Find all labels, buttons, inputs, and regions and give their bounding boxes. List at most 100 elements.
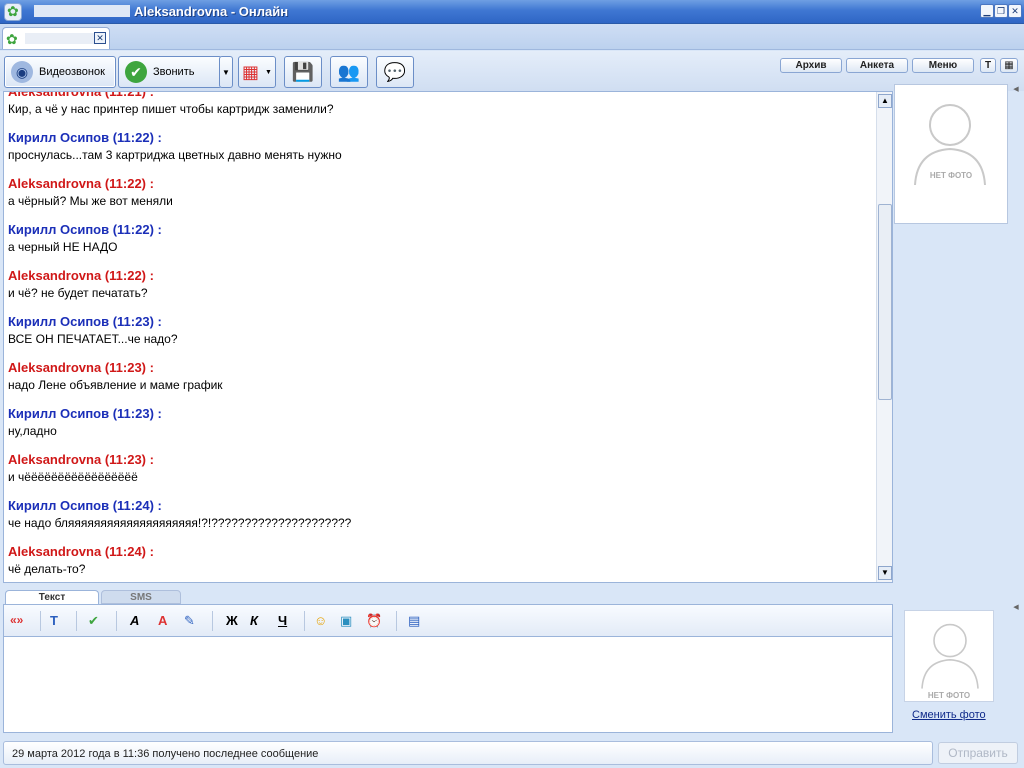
message-author: Aleksandrovna (11:22) : [8, 268, 154, 283]
my-avatar: НЕТ ФОТО [904, 610, 994, 702]
message-author: Aleksandrovna (11:24) : [8, 544, 154, 559]
contacts-button[interactable]: 👥 [330, 56, 368, 88]
main-toolbar: ◉ Видеозвонок ✔ Звонить ▼ ▦ ▼ 💾 👥 💬 Архи… [0, 51, 1024, 91]
tab-close-icon[interactable]: ✕ [94, 32, 106, 44]
chat-message: Aleksandrovna (11:23) : и чёёёёёёёёёёёёёё… [8, 451, 868, 497]
chat-message: Кирилл Осипов (11:22) : проснулась...там … [8, 129, 868, 175]
font-color-icon[interactable]: A [158, 613, 167, 628]
close-icon[interactable]: ✕ [1008, 4, 1022, 18]
message-text: а черный НЕ НАДО [8, 240, 118, 254]
font-size-icon[interactable]: T [980, 58, 996, 73]
alarm-clock-icon[interactable]: ⏰ [366, 613, 382, 629]
window-title: Aleksandrovna - Онлайн [34, 4, 288, 19]
tab-label-redacted [25, 33, 97, 44]
contact-status-icon: ✿ [6, 31, 18, 47]
message-author: Кирилл Осипов (11:24) : [8, 498, 162, 513]
archive-button[interactable]: Архив [780, 58, 842, 73]
clear-text-icon[interactable]: ▤ [408, 613, 420, 629]
tab-sms[interactable]: SMS [101, 590, 181, 604]
bold-button[interactable]: Ж [226, 613, 238, 628]
message-author: Кирилл Осипов (11:22) : [8, 222, 162, 237]
message-text: надо Лене объявление и маме график [8, 378, 223, 392]
chat-message: Кирилл Осипов (11:24) : че надо бляяяяяяя… [8, 497, 868, 543]
scroll-up-icon[interactable]: ▲ [878, 94, 892, 108]
minimize-icon[interactable]: ▁ [980, 4, 994, 18]
message-author: Aleksandrovna (11:22) : [8, 176, 154, 191]
tv-icon[interactable]: ▣ [340, 613, 352, 629]
format-toolbar: «» T ✔ A A ✎ Ж К Ч ☺ ▣ ⏰ ▤ [3, 604, 893, 637]
person-silhouette-icon [921, 623, 979, 689]
message-text: чё делать-то? [8, 562, 86, 576]
scroll-down-icon[interactable]: ▼ [878, 566, 892, 580]
last-message-status: 29 марта 2012 года в 11:36 получено посл… [12, 748, 319, 760]
scroll-thumb[interactable] [878, 204, 892, 400]
profile-button[interactable]: Анкета [846, 58, 908, 73]
message-author: Aleksandrovna (11:21) : [8, 91, 154, 99]
no-photo-caption: НЕТ ФОТО [927, 691, 971, 700]
chat-message: Кирилл Осипов (11:22) : а черный НЕ НАДО [8, 221, 868, 267]
highlight-icon[interactable]: ✎ [184, 613, 195, 629]
floppy-disk-icon: 💾 [291, 61, 315, 82]
chat-message: Кирилл Осипов (11:23) : ну,ладно [8, 405, 868, 451]
message-text: и чё? не будет печатать? [8, 286, 148, 300]
message-author: Кирилл Осипов (11:23) : [8, 314, 162, 329]
call-options-dropdown[interactable]: ▼ [219, 56, 233, 88]
chat-message: Aleksandrovna (11:22) : и чё? не будет пе… [8, 267, 868, 313]
chat-message: Кирилл Осипов (11:23) : ВСЕ ОН ПЕЧАТАЕТ..… [8, 313, 868, 359]
tab-text[interactable]: Текст [5, 590, 99, 604]
conversation-tab[interactable]: ✿ ✕ [2, 27, 110, 49]
call-button[interactable]: ✔ Звонить [118, 56, 222, 88]
chat-history[interactable]: Aleksandrovna (11:21) : Кир, а чё у нас п… [3, 91, 893, 583]
video-call-button[interactable]: ◉ Видеозвонок [4, 56, 116, 88]
side-scroll: ◀ ◀ [1010, 84, 1022, 611]
call-label: Звонить [153, 66, 195, 78]
chat-message: Aleksandrovna (11:24) : чё делать-то? [8, 543, 868, 582]
message-text: и чёёёёёёёёёёёёёёёёё [8, 470, 138, 484]
chat-scrollbar[interactable]: ▲ ▼ [876, 92, 892, 582]
menu-button[interactable]: Меню [912, 58, 974, 73]
message-text: проснулась...там 3 картриджа цветных дав… [8, 148, 342, 162]
contact-avatar: НЕТ ФОТО [894, 84, 1008, 224]
scroll-up-icon[interactable]: ◀ [1010, 84, 1022, 96]
window-title-text: Aleksandrovna - Онлайн [134, 4, 289, 19]
chat-bubble-button[interactable]: 💬 [376, 56, 414, 88]
change-photo-link[interactable]: Сменить фото [912, 709, 986, 721]
smiley-icon[interactable]: ☺ [314, 613, 327, 628]
save-history-button[interactable]: 💾 [284, 56, 322, 88]
conversation-tab-bar: ✿ ✕ [0, 24, 1024, 50]
message-author: Кирилл Осипов (11:23) : [8, 406, 162, 421]
message-text: Кир, а чё у нас принтер пишет чтобы карт… [8, 102, 334, 116]
message-text: ВСЕ ОН ПЕЧАТАЕТ...че надо? [8, 332, 178, 346]
spellcheck-icon[interactable]: ✔ [88, 613, 99, 629]
underline-button[interactable]: Ч [278, 613, 287, 628]
games-button[interactable]: ▦ ▼ [238, 56, 276, 88]
chat-message: Aleksandrovna (11:23) : надо Лене объявле… [8, 359, 868, 405]
chevron-down-icon: ▼ [265, 68, 272, 76]
input-mode-tabs: Текст SMS [3, 590, 893, 604]
font-icon[interactable]: A [130, 613, 139, 628]
italic-button[interactable]: К [250, 613, 258, 628]
scroll-left-icon[interactable]: ◀ [1010, 602, 1022, 614]
chevron-down-icon: ▼ [222, 67, 230, 77]
video-call-label: Видеозвонок [39, 66, 105, 78]
layout-grid-icon[interactable]: ▦ [1000, 58, 1018, 73]
no-photo-caption: НЕТ ФОТО [929, 171, 973, 180]
message-input[interactable] [3, 637, 893, 733]
text-template-icon[interactable]: T [50, 613, 58, 628]
users-icon: 👥 [337, 61, 361, 82]
message-author: Aleksandrovna (11:23) : [8, 452, 154, 467]
rubik-cube-icon: ▦ [242, 61, 260, 82]
message-text: ну,ладно [8, 424, 57, 438]
message-text: че надо бляяяяяяяяяяяяяяяяяяяя!?!???????… [8, 516, 352, 530]
webcam-icon: ◉ [11, 61, 33, 83]
restore-icon[interactable]: ❐ [994, 4, 1008, 18]
send-button[interactable]: Отправить [938, 742, 1018, 764]
status-bar: 29 марта 2012 года в 11:36 получено посл… [3, 741, 933, 765]
checkmark-icon: ✔ [125, 61, 147, 83]
chat-message: Aleksandrovna (11:21) : Кир, а чё у нас п… [8, 91, 868, 129]
app-icon[interactable] [4, 3, 22, 21]
quote-icon[interactable]: «» [10, 613, 23, 627]
message-text: а чёрный? Мы же вот меняли [8, 194, 173, 208]
message-list: Aleksandrovna (11:21) : Кир, а чё у нас п… [8, 91, 868, 582]
message-author: Aleksandrovna (11:23) : [8, 360, 154, 375]
